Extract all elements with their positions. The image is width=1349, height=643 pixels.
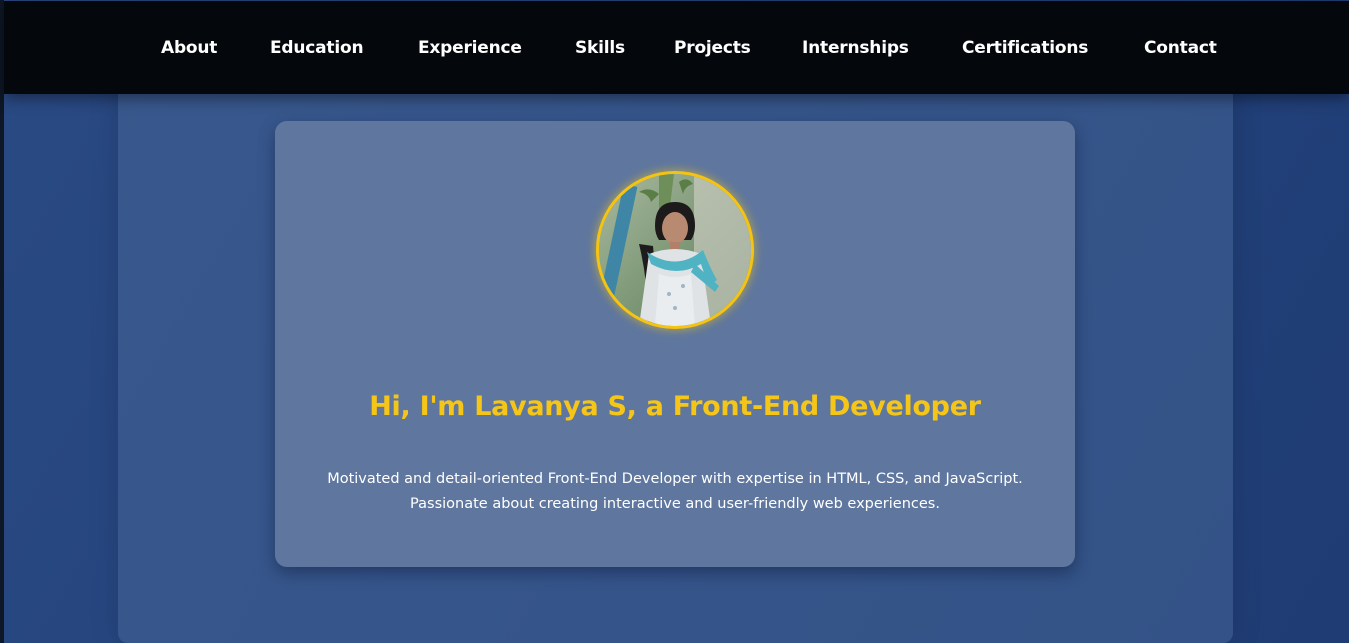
profile-photo-illustration [599, 174, 751, 326]
window-edge [0, 0, 4, 643]
nav-link-certifications[interactable]: Certifications [962, 37, 1088, 59]
nav-link-about[interactable]: About [161, 37, 217, 59]
nav-link-skills[interactable]: Skills [575, 37, 625, 59]
hero-description: Motivated and detail-oriented Front-End … [327, 470, 1023, 512]
nav-link-contact[interactable]: Contact [1144, 37, 1217, 59]
nav-link-education[interactable]: Education [270, 37, 364, 59]
profile-photo [596, 171, 754, 329]
nav-link-projects[interactable]: Projects [674, 37, 751, 59]
nav-link-internships[interactable]: Internships [802, 37, 909, 59]
top-navbar: About Education Experience Skills Projec… [4, 1, 1349, 94]
hero-title: Hi, I'm Lavanya S, a Front-End Developer [369, 391, 981, 423]
nav-link-experience[interactable]: Experience [418, 37, 522, 59]
